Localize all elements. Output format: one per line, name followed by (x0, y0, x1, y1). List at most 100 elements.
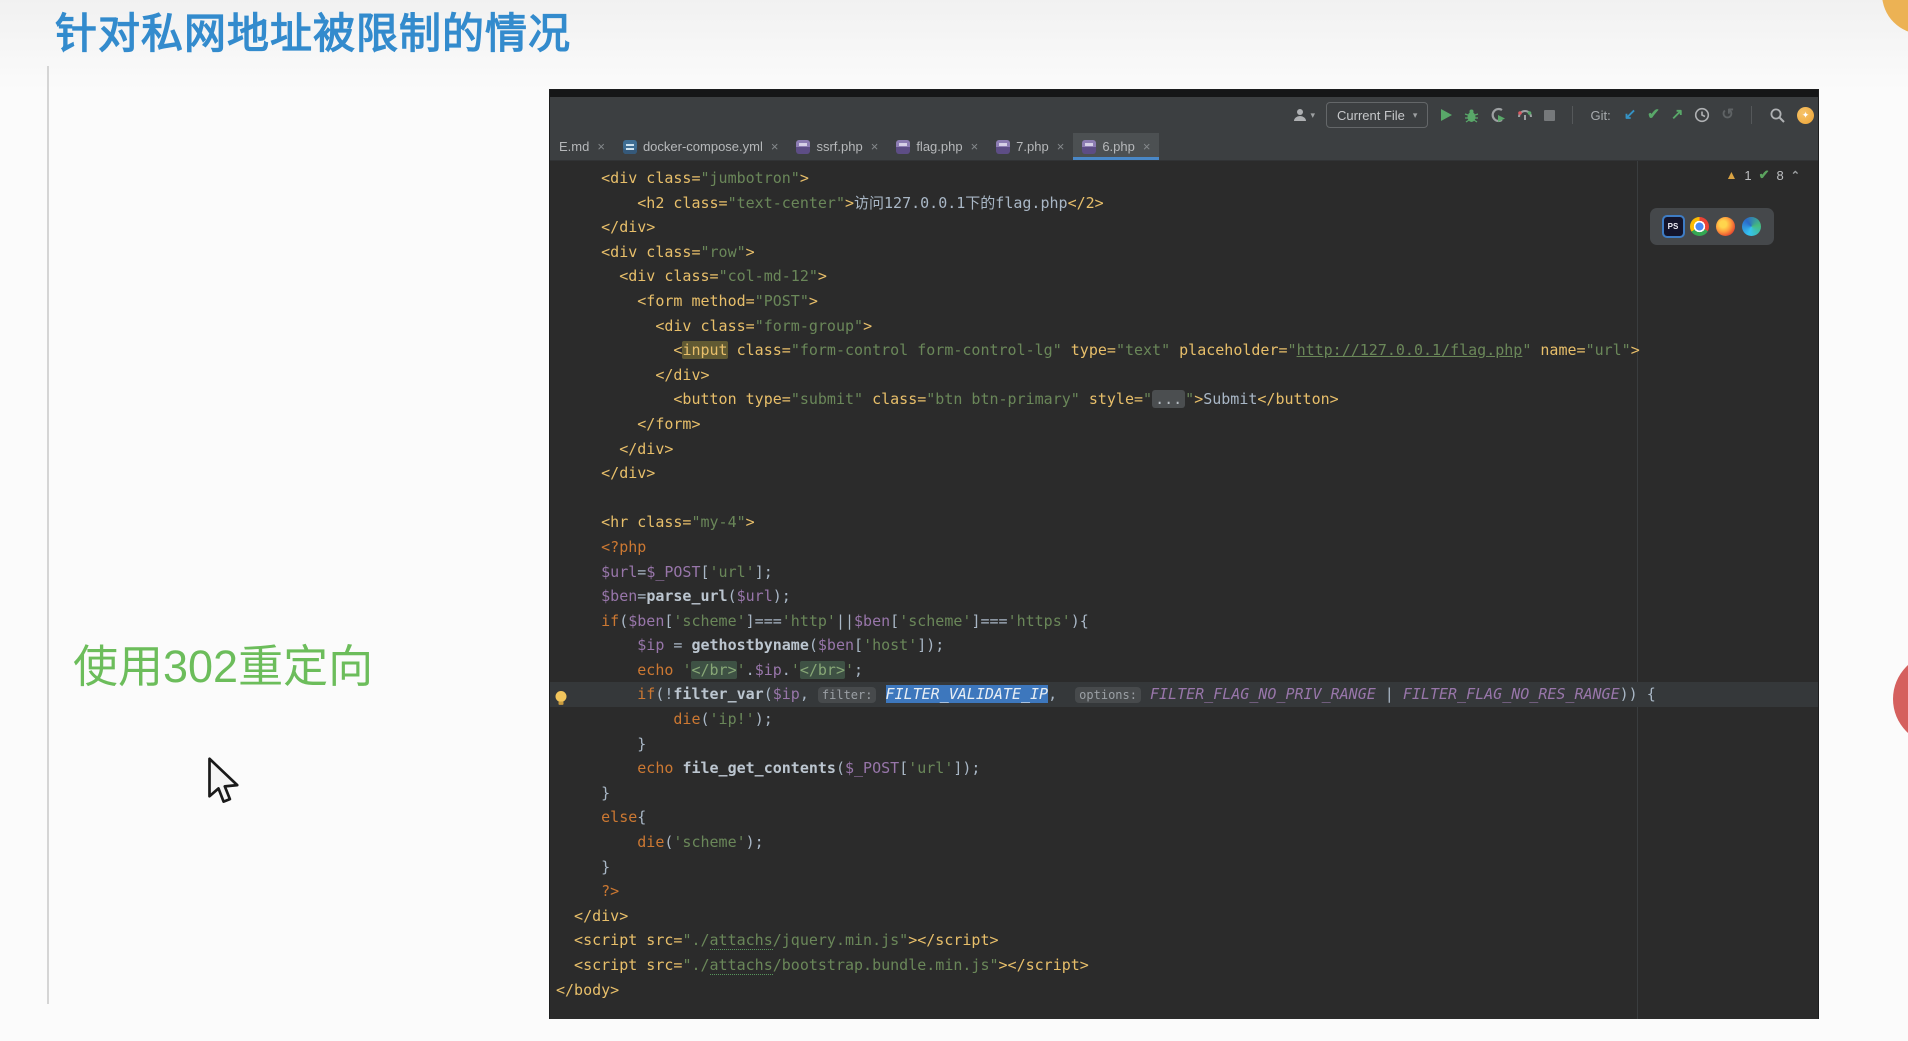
code-token: ( (835, 759, 845, 778)
stop-button[interactable] (1544, 109, 1556, 121)
code-line[interactable]: </div> (556, 904, 1818, 929)
history-clock-icon[interactable] (1694, 107, 1710, 123)
tab-docker-compose.yml[interactable]: docker-compose.yml × (614, 133, 788, 160)
tab-6.php[interactable]: 6.php × (1073, 133, 1160, 160)
code-token: "btn btn-primary" (926, 390, 1080, 409)
code-token: "POST" (754, 291, 809, 310)
code-line[interactable]: if($ben['scheme']==='http'||$ben['scheme… (556, 609, 1818, 634)
code-token: "submit" (790, 390, 864, 409)
run-config-selector[interactable]: Current File ▾ (1326, 102, 1429, 128)
code-line[interactable]: } (556, 855, 1818, 880)
user-profile-icon[interactable]: ▾ (1292, 107, 1315, 123)
code-line[interactable]: </div> (556, 215, 1818, 240)
run-with-coverage-button[interactable] (1490, 107, 1506, 123)
code-line[interactable]: <div class="col-md-12"> (556, 264, 1818, 289)
code-line[interactable]: </div> (556, 363, 1818, 388)
tab-flag.php[interactable]: flag.php × (887, 133, 987, 160)
close-icon[interactable]: × (1143, 139, 1151, 154)
close-icon[interactable]: × (871, 139, 879, 154)
code-token: <div class= (556, 242, 701, 261)
run-button[interactable] (1439, 108, 1453, 122)
code-line[interactable]: <script src="./attachs/bootstrap.bundle.… (556, 953, 1818, 978)
code-line[interactable]: if(!filter_var($ip, filter: FILTER_VALID… (550, 682, 1818, 708)
code-line[interactable]: echo file_get_contents($_POST['url']); (556, 756, 1818, 781)
git-label: Git: (1590, 107, 1611, 123)
toolbar-separator (1751, 106, 1752, 124)
close-icon[interactable]: × (597, 139, 605, 154)
code-line[interactable]: <input class="form-control form-control-… (556, 338, 1818, 363)
code-line[interactable]: </form> (556, 412, 1818, 437)
code-token: "form-control form-control-lg" (790, 341, 1062, 360)
code-line[interactable]: <script src="./attachs/jquery.min.js"></… (556, 928, 1818, 953)
git-update-icon[interactable]: ↙ (1624, 107, 1637, 123)
profiler-button[interactable] (1517, 107, 1533, 123)
code-area[interactable]: <div class="jumbotron"> <h2 class="text-… (550, 161, 1818, 1002)
tab-label: docker-compose.yml (642, 139, 763, 154)
chrome-browser-icon[interactable] (1689, 217, 1709, 236)
code-line[interactable]: <div class="form-group"> (556, 314, 1818, 339)
edge-browser-icon[interactable] (1741, 217, 1761, 236)
code-token: } (556, 857, 611, 876)
code-token: </div> (556, 464, 656, 483)
firefox-browser-icon[interactable] (1715, 217, 1735, 236)
editor[interactable]: <div class="jumbotron"> <h2 class="text-… (550, 161, 1818, 1019)
code-token: </div> (556, 218, 656, 237)
rollback-icon[interactable]: ↺ (1721, 107, 1734, 123)
code-line[interactable]: <div class="row"> (556, 240, 1818, 265)
intention-bulb-icon[interactable] (553, 690, 569, 706)
code-line[interactable]: <hr class="my-4"> (556, 510, 1818, 535)
presenter-bubble (1893, 653, 1908, 745)
code-line[interactable]: die('ip!'); (556, 707, 1818, 732)
code-line[interactable]: $url=$_POST['url']; (556, 560, 1818, 585)
code-token: 'url' (709, 562, 755, 581)
code-line[interactable]: <?php (556, 535, 1818, 560)
code-line[interactable]: echo '</br>'.$ip.'</br>'; (556, 658, 1818, 683)
debug-button[interactable] (1464, 108, 1479, 123)
ide-avatar-button[interactable]: ✦ (1797, 106, 1814, 124)
code-token: "form-group" (754, 316, 864, 335)
caret-down-icon: ▾ (1412, 109, 1418, 120)
code-token: > (1630, 341, 1640, 360)
code-line[interactable]: </div> (556, 461, 1818, 486)
toolbar-separator (1572, 106, 1574, 124)
tab-ssrf.php[interactable]: ssrf.php × (787, 133, 887, 160)
php-file-icon (1082, 139, 1097, 154)
code-line[interactable]: die('scheme'); (556, 830, 1818, 855)
code-line[interactable]: ?> (556, 879, 1818, 904)
close-icon[interactable]: × (971, 139, 979, 154)
code-line[interactable]: } (556, 781, 1818, 806)
code-token: , (1048, 685, 1076, 704)
close-icon[interactable]: × (771, 139, 779, 154)
code-line[interactable]: </div> (556, 437, 1818, 462)
git-commit-icon[interactable]: ✔ (1647, 107, 1660, 123)
code-line[interactable]: </body> (556, 978, 1818, 1003)
code-token: [ (899, 759, 909, 778)
code-line[interactable]: <div class="jumbotron"> (556, 166, 1818, 191)
code-line[interactable] (556, 486, 1818, 511)
code-line[interactable]: $ben=parse_url($url); (556, 584, 1818, 609)
code-line[interactable]: <button type="submit" class="btn btn-pri… (556, 387, 1818, 412)
code-line[interactable]: <h2 class="text-center">访问127.0.0.1下的fla… (556, 191, 1818, 216)
tab-7.php[interactable]: 7.php × (987, 133, 1073, 160)
code-line[interactable]: else{ (556, 805, 1818, 830)
code-token: /bootstrap.bundle.min.js" (772, 956, 999, 974)
code-token: if (556, 611, 620, 630)
ide-titlebar (550, 90, 1818, 97)
code-token: " (1143, 390, 1153, 409)
code-token: die (556, 833, 665, 852)
inspection-widget[interactable]: ▲ 1 ✔ 8 ⌃ (1726, 167, 1800, 183)
floating-button-partial (1882, 0, 1908, 34)
code-token: placeholder= (1170, 341, 1288, 360)
git-push-icon[interactable]: ↗ (1671, 107, 1684, 123)
code-line[interactable]: } (556, 732, 1818, 757)
search-icon[interactable] (1769, 107, 1786, 124)
code-token: < (556, 341, 683, 360)
code-line[interactable]: $ip = gethostbyname($ben['host']); (556, 633, 1818, 658)
code-token: [ (890, 611, 900, 630)
code-line[interactable]: <form method="POST"> (556, 289, 1818, 314)
tab-E.md[interactable]: E.md × (550, 133, 614, 160)
phpstorm-browser-icon[interactable]: PS (1661, 215, 1685, 238)
user-icon (1294, 109, 1307, 121)
close-icon[interactable]: × (1057, 139, 1065, 154)
